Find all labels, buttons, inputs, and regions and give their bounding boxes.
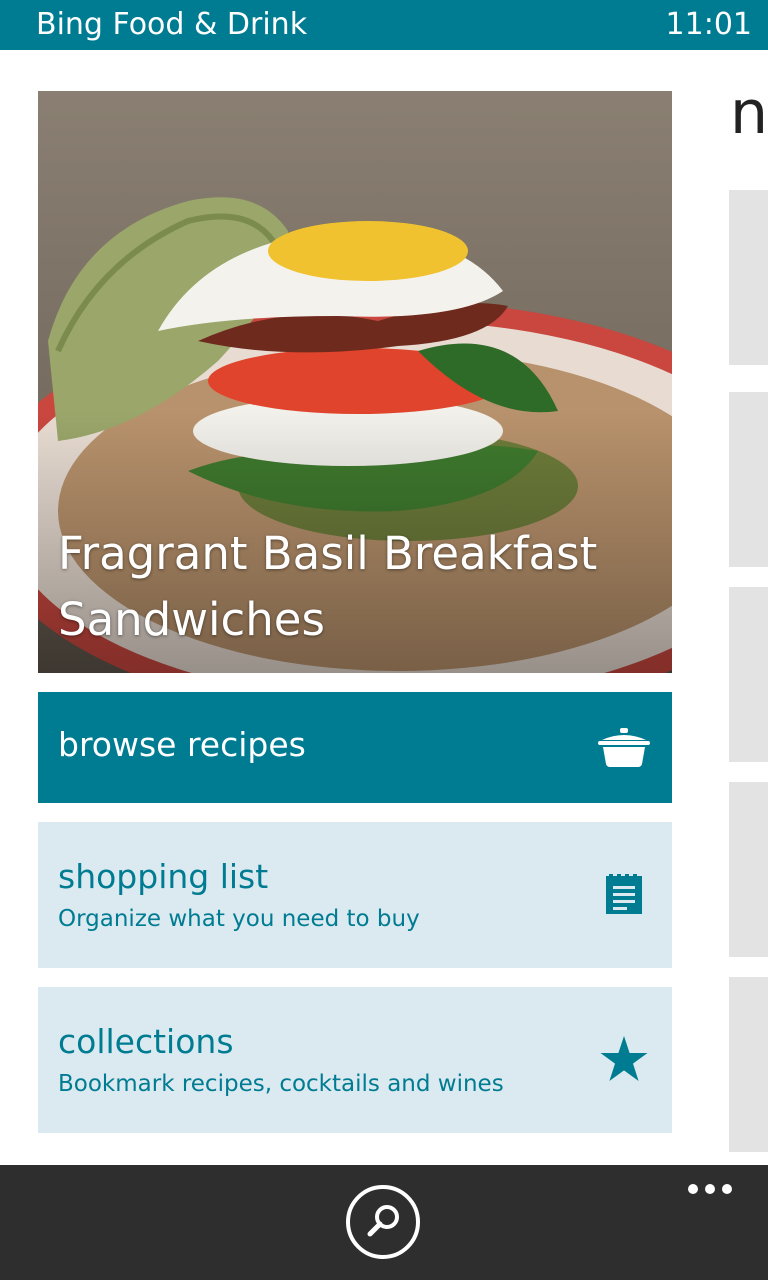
collections-label: collections <box>58 1022 234 1061</box>
next-panel-heading: n <box>730 78 768 148</box>
collections-subtitle: Bookmark recipes, cocktails and wines <box>58 1071 504 1097</box>
notepad-icon <box>606 874 642 914</box>
star-icon <box>600 1036 648 1081</box>
browse-recipes-label: browse recipes <box>58 725 306 764</box>
next-panel-tile[interactable] <box>729 190 768 365</box>
clock: 11:01 <box>665 7 752 42</box>
featured-recipe-title: Fragrant Basil Breakfast Sandwiches <box>58 527 598 646</box>
status-bar: Bing Food & Drink 11:01 <box>0 0 768 50</box>
cooking-pot-icon <box>598 728 650 767</box>
search-icon[interactable] <box>345 1184 421 1260</box>
app-title: Bing Food & Drink <box>36 7 308 42</box>
featured-recipe-tile[interactable]: Fragrant Basil Breakfast Sandwiches <box>38 91 672 673</box>
app-bar <box>0 1165 768 1280</box>
collections-button[interactable]: collections Bookmark recipes, cocktails … <box>38 987 672 1133</box>
next-panel-tile[interactable] <box>729 977 768 1152</box>
ellipsis-icon[interactable] <box>686 1181 734 1197</box>
next-panel-tile[interactable] <box>729 782 768 957</box>
next-panel-tile[interactable] <box>729 587 768 762</box>
next-panel-tile[interactable] <box>729 392 768 567</box>
browse-recipes-button[interactable]: browse recipes <box>38 692 672 803</box>
shopping-list-subtitle: Organize what you need to buy <box>58 906 420 932</box>
shopping-list-button[interactable]: shopping list Organize what you need to … <box>38 822 672 968</box>
shopping-list-label: shopping list <box>58 857 269 896</box>
